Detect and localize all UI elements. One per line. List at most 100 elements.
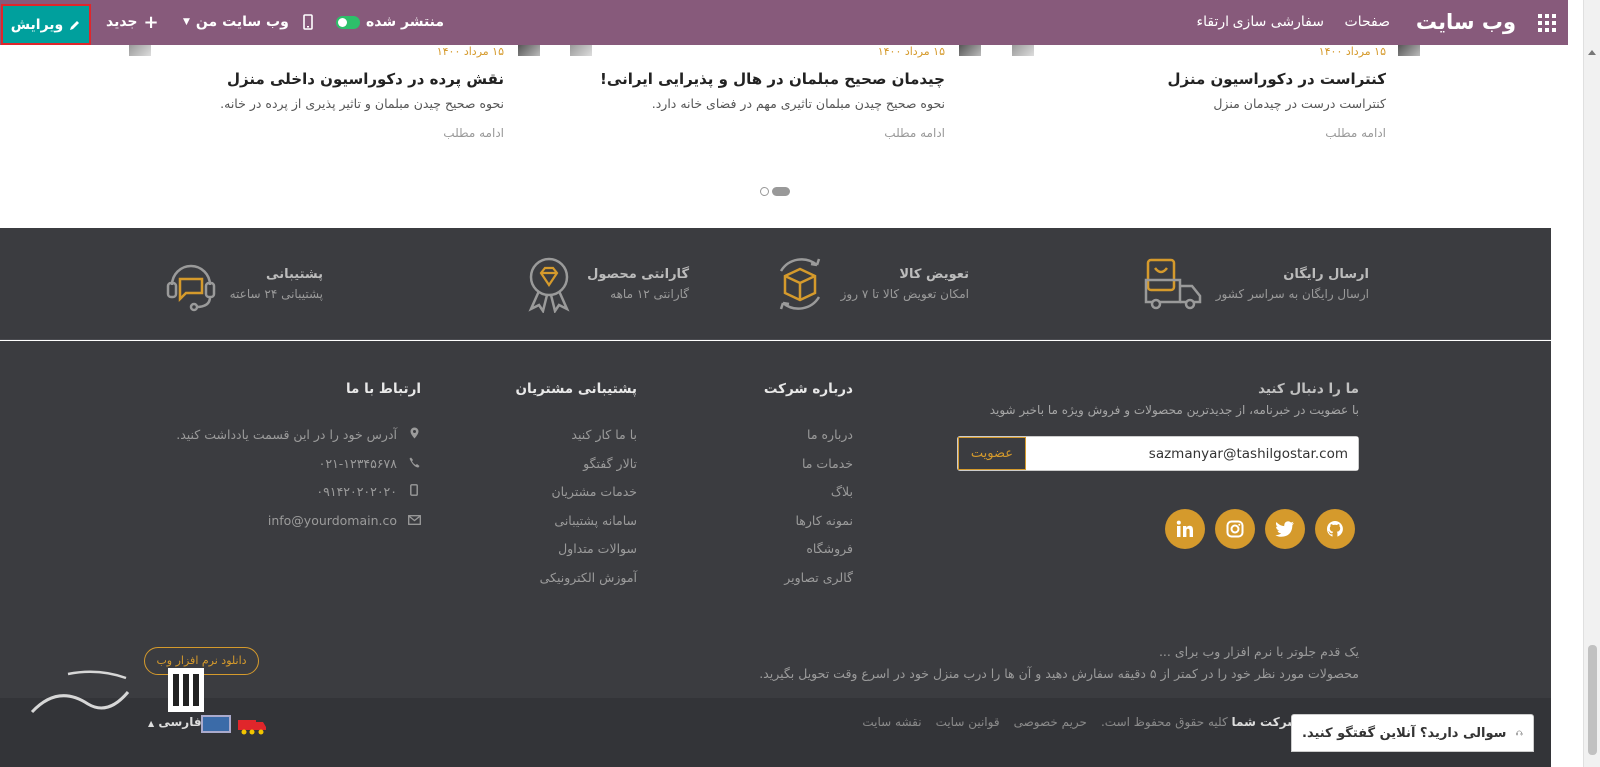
- tagline-line-1: یک قدم جلوتر با نرم افزار وب برای ...: [1158, 644, 1359, 659]
- my-website-dropdown[interactable]: وب سایت من ▼: [183, 0, 289, 45]
- footer-link[interactable]: خدمات مشتریان: [540, 478, 637, 507]
- post-thumbnail: [129, 45, 151, 56]
- rights-text: کلیه حقوق محفوظ است.: [1100, 715, 1228, 729]
- blog-post[interactable]: ۱۵ مرداد ۱۴۰۰ نقش پرده در دکوراسیون داخل…: [104, 45, 540, 141]
- carousel-indicators: [760, 186, 790, 196]
- edit-button[interactable]: ویرایش: [1, 4, 91, 45]
- published-label: منتشر شده: [366, 14, 445, 30]
- newsletter-email-input[interactable]: [1026, 437, 1358, 470]
- published-toggle[interactable]: منتشر شده: [336, 0, 444, 45]
- warranty-badge-icon: [528, 257, 570, 313]
- feature-subtitle: ارسال رایگان به سراسر کشور: [1215, 287, 1369, 301]
- mobile-icon: [407, 483, 421, 501]
- post-excerpt: نحوه صحیح چیدن مبلمان تاثیری مهم در فضای…: [651, 96, 945, 111]
- linkedin-icon: [1176, 520, 1193, 537]
- my-website-label: وب سایت من: [195, 14, 289, 30]
- plus-icon: +: [143, 12, 159, 33]
- newsletter-description: با عضویت در خبرنامه، از جدیدترین محصولات…: [989, 403, 1359, 417]
- contact-address: آدرس خود را در این قسمت یادداشت کنید.: [176, 421, 421, 450]
- footer-link[interactable]: بلاگ: [784, 478, 853, 507]
- linkedin-link[interactable]: [1165, 509, 1205, 549]
- support-title: پشتیبانی مشتریان: [515, 381, 638, 397]
- footer-link[interactable]: گالری تصاویر: [784, 564, 853, 593]
- post-title[interactable]: کنتراست در دکوراسیون منزل: [986, 69, 1386, 89]
- footer-tagline: یک قدم جلوتر با نرم افزار وب برای ... مح…: [759, 641, 1359, 685]
- footer-link[interactable]: تالار گفتگو: [540, 450, 637, 479]
- copyright-text: نام شرکت شما کلیه حقوق محفوظ است. حریم خ…: [862, 715, 1321, 729]
- footer-link[interactable]: خدمات ما: [784, 450, 853, 479]
- menu-upgrade[interactable]: ارتقاء: [1197, 0, 1229, 45]
- post-title[interactable]: نقش پرده در دکوراسیون داخلی منزل: [104, 69, 504, 89]
- phone-text: ۰۲۱-۱۲۳۴۵۶۷۸: [318, 455, 397, 471]
- post-date: ۱۵ مرداد ۱۴۰۰: [877, 45, 945, 58]
- feature-subtitle: پشتیبانی ۲۴ ساعته: [229, 287, 323, 301]
- phone-icon: [407, 455, 421, 473]
- menu-customize[interactable]: سفارشی سازی: [1233, 0, 1324, 45]
- edit-label: ویرایش: [10, 16, 64, 33]
- apps-grid-icon[interactable]: [1538, 14, 1556, 32]
- scrollbar-thumb[interactable]: [1588, 645, 1597, 755]
- mobile-preview-button[interactable]: [303, 0, 313, 45]
- instagram-link[interactable]: [1215, 509, 1255, 549]
- feature-title: پشتیبانی: [266, 267, 323, 282]
- feature-exchange: تعویض کالا امکان تعویض کالا تا ۷ روز: [771, 228, 969, 340]
- blog-post[interactable]: ۱۵ مرداد ۱۴۰۰ کنتراست در دکوراسیون منزل …: [986, 45, 1420, 141]
- github-link[interactable]: [1315, 509, 1355, 549]
- menu-pages[interactable]: صفحات: [1345, 0, 1390, 45]
- post-excerpt: نحوه صحیح چیدن مبلمان و تاثیر پذیری از پ…: [220, 96, 504, 111]
- contact-phone[interactable]: ۰۲۱-۱۲۳۴۵۶۷۸: [176, 450, 421, 479]
- scroll-up-arrow-icon[interactable]: [1588, 50, 1596, 55]
- post-thumbnail: [570, 45, 592, 56]
- app-brand: وب سایت: [1415, 10, 1516, 34]
- blog-carousel: ۱۵ مرداد ۱۴۰۰ کنتراست در دکوراسیون منزل …: [0, 45, 1568, 228]
- blog-post[interactable]: ۱۵ مرداد ۱۴۰۰ چیدمان صحیح مبلمان در هال …: [545, 45, 981, 141]
- github-icon: [1326, 521, 1343, 537]
- new-button[interactable]: + جدید: [106, 0, 159, 45]
- footer-link[interactable]: آموزش الکترونیکی: [540, 564, 637, 593]
- feature-title: تعویض کالا: [899, 267, 969, 282]
- tagline-line-2: محصولات مورد نظر خود را در کمتر از ۵ دقی…: [759, 666, 1359, 681]
- toggle-switch-icon[interactable]: [336, 16, 360, 29]
- contact-email[interactable]: info@yourdomain.co: [176, 507, 421, 536]
- footer-link[interactable]: درباره ما: [784, 421, 853, 450]
- caret-down-icon: ▼: [183, 17, 190, 27]
- about-title: درباره شرکت: [763, 381, 853, 397]
- footer-link[interactable]: سوالات متداول: [540, 535, 637, 564]
- page-scrollbar[interactable]: [1583, 0, 1600, 767]
- carousel-dot[interactable]: [760, 186, 769, 196]
- post-title[interactable]: چیدمان صحیح مبلمان در هال و پذیرایی ایرا…: [545, 69, 945, 89]
- envelope-icon: [407, 512, 421, 530]
- headset-icon: [1516, 730, 1523, 736]
- feature-support: پشتیبانی پشتیبانی ۲۴ ساعته: [164, 228, 323, 340]
- feature-title: ارسال رایگان: [1283, 267, 1369, 282]
- email-text: info@yourdomain.co: [267, 512, 397, 528]
- read-more-link[interactable]: ادامه مطلب: [104, 125, 504, 141]
- subscribe-button[interactable]: عضویت: [958, 437, 1026, 470]
- delivery-truck-icon: [238, 720, 266, 735]
- footer-link[interactable]: سامانه پشتیبانی: [540, 507, 637, 536]
- features-strip: ارسال رایگان ارسال رایگان به سراسر کشور …: [0, 228, 1551, 340]
- footer-link[interactable]: با ما کار کنید: [540, 421, 637, 450]
- carousel-dot-active[interactable]: [772, 186, 790, 196]
- feature-warranty: گارانتی محصول گارانتی ۱۲ ماهه: [523, 228, 689, 340]
- sitemap-link[interactable]: نقشه سایت: [862, 715, 921, 729]
- pencil-icon: [70, 20, 80, 30]
- contact-mobile[interactable]: ۰۹۱۴۲۰۲۰۲۰۲۰: [176, 478, 421, 507]
- copyright-bar: نام شرکت شما کلیه حقوق محفوظ است. حریم خ…: [0, 698, 1551, 767]
- feature-subtitle: امکان تعویض کالا تا ۷ روز: [840, 287, 969, 301]
- privacy-link[interactable]: حریم خصوصی: [1014, 715, 1087, 729]
- livechat-label: سوالی دارید؟ آنلاین گفتگو کنید.: [1302, 725, 1507, 741]
- box-return-icon: [779, 258, 820, 310]
- read-more-link[interactable]: ادامه مطلب: [545, 125, 945, 141]
- footer: ما را دنبال کنید با عضویت در خبرنامه، از…: [0, 341, 1551, 698]
- twitter-link[interactable]: [1265, 509, 1305, 549]
- feature-title: گارانتی محصول: [587, 267, 689, 282]
- terms-link[interactable]: قوانین سایت: [936, 715, 1000, 729]
- post-date: ۱۵ مرداد ۱۴۰۰: [436, 45, 504, 58]
- headset-icon: [166, 264, 215, 312]
- newsletter-form: عضویت: [957, 436, 1359, 471]
- footer-link[interactable]: نمونه کارها: [784, 507, 853, 536]
- read-more-link[interactable]: ادامه مطلب: [986, 125, 1386, 141]
- livechat-button[interactable]: سوالی دارید؟ آنلاین گفتگو کنید.: [1291, 714, 1534, 752]
- footer-link[interactable]: فروشگاه: [784, 535, 853, 564]
